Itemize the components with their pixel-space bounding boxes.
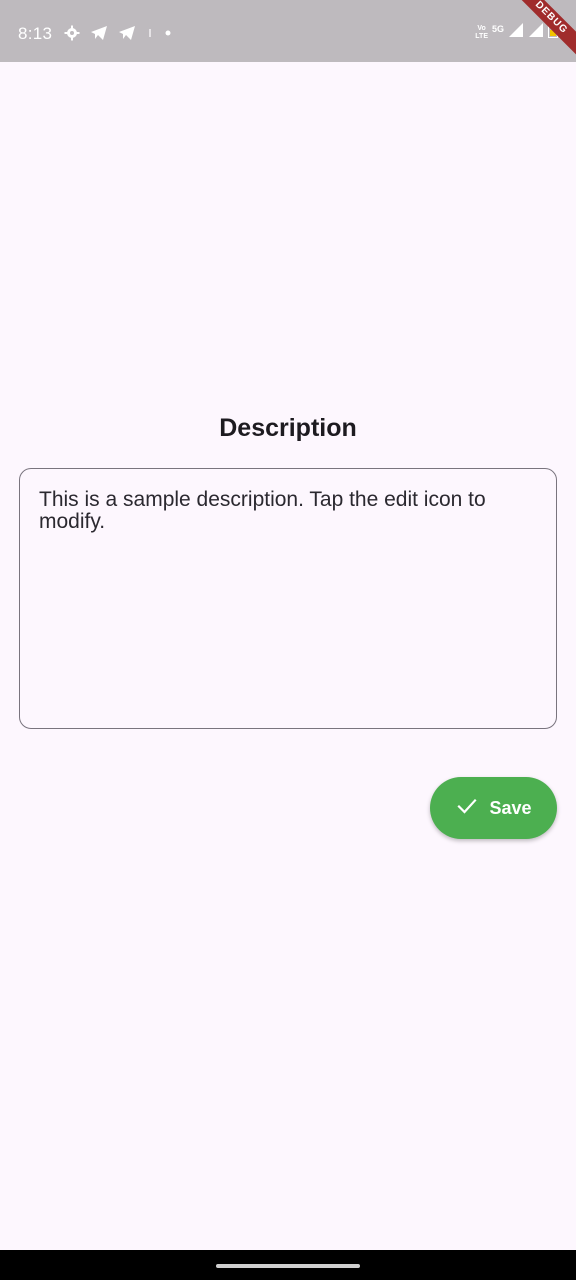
system-nav-bar — [0, 1250, 576, 1280]
save-button-label: Save — [489, 797, 532, 818]
status-notification-icons — [64, 25, 172, 41]
status-time: 8:13 — [18, 24, 53, 43]
telegram-icon — [118, 25, 136, 41]
signal-icon — [528, 22, 544, 43]
page-title: Description — [219, 414, 357, 442]
dot-icon — [164, 29, 172, 37]
gear-icon — [64, 25, 80, 41]
volte-indicator: Vo LTE — [475, 24, 488, 40]
check-icon — [455, 794, 479, 823]
small-dot-icon — [146, 27, 154, 39]
signal-icon — [508, 22, 524, 43]
description-text[interactable]: This is a sample description. Tap the ed… — [39, 489, 544, 709]
status-bar: 8:13 Vo LTE 5G DEBUG — [0, 0, 576, 62]
status-indicators: Vo LTE 5G — [475, 22, 558, 43]
description-field[interactable]: This is a sample description. Tap the ed… — [19, 468, 557, 729]
home-gesture-handle[interactable] — [216, 1264, 360, 1268]
network-type-label: 5G — [491, 23, 504, 34]
telegram-icon — [90, 25, 108, 41]
save-button[interactable]: Save — [430, 777, 557, 839]
